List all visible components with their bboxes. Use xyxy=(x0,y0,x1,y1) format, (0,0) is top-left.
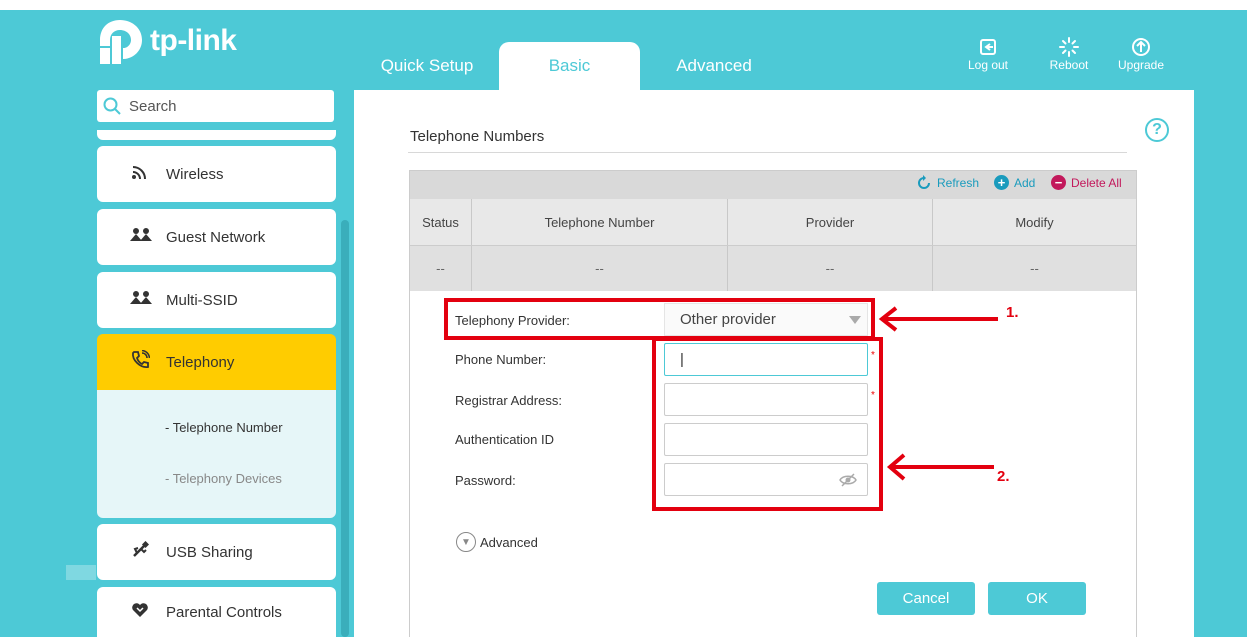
submenu-telephone-number[interactable]: - Telephone Number xyxy=(165,420,283,435)
column-header: Modify xyxy=(1015,214,1054,230)
search-input[interactable] xyxy=(129,97,319,115)
table-cell: -- xyxy=(472,246,728,291)
ok-button[interactable]: OK xyxy=(988,582,1086,615)
delete-all-label: Delete All xyxy=(1071,175,1122,190)
column-header: Status xyxy=(410,199,472,245)
search-box xyxy=(97,90,334,122)
registrar-address-label: Registrar Address: xyxy=(455,393,562,408)
annotation-label-2: 2. xyxy=(997,468,1010,485)
sidebar-item-usb-sharing[interactable]: USB Sharing xyxy=(97,524,336,580)
title-divider xyxy=(408,152,1127,153)
chevron-down-circle-icon: ▼ xyxy=(456,532,476,552)
sidebar-item-guest-network[interactable]: Guest Network xyxy=(97,209,336,265)
delete-all-button[interactable]: − Delete All xyxy=(1051,175,1122,190)
sidebar-item-parental-controls[interactable]: Parental Controls xyxy=(97,587,336,637)
sidebar-item-wireless[interactable]: Wireless xyxy=(97,146,336,202)
reboot-label: Reboot xyxy=(1049,58,1089,72)
sidebar-item-label: Parental Controls xyxy=(166,603,282,621)
table-cell: -- xyxy=(728,246,933,291)
column-header: Provider xyxy=(728,199,933,245)
reboot-button[interactable]: Reboot xyxy=(1039,36,1099,72)
table-header: Status Telephone Number Provider Modify xyxy=(410,199,1136,245)
annotation-arrow-1 xyxy=(878,306,998,332)
usb-icon xyxy=(130,540,150,564)
sidebar-item-label: Wireless xyxy=(166,165,224,183)
sidebar-scrollbar[interactable] xyxy=(341,220,349,637)
help-icon[interactable]: ? xyxy=(1145,118,1169,142)
advanced-toggle[interactable]: ▼ Advanced xyxy=(456,532,538,552)
tab-quick-setup[interactable]: Quick Setup xyxy=(370,42,484,90)
annotation-label-1: 1. xyxy=(1006,304,1019,321)
table-toolbar: Refresh + Add − Delete All xyxy=(410,171,1136,199)
tab-advanced[interactable]: Advanced xyxy=(665,42,763,90)
refresh-icon xyxy=(918,175,930,189)
guest-network-icon xyxy=(130,227,152,247)
add-button[interactable]: + Add xyxy=(994,175,1035,190)
telephony-submenu: - Telephone Number - Telephony Devices xyxy=(97,390,336,518)
refresh-label: Refresh xyxy=(937,176,980,190)
delete-icon: − xyxy=(1051,175,1066,190)
logout-icon xyxy=(980,39,996,55)
heart-icon xyxy=(130,602,150,623)
sidebar-item-telephony[interactable]: Telephony xyxy=(97,334,336,390)
table-row: -- -- -- -- xyxy=(410,245,1136,291)
column-header: Telephone Number xyxy=(472,199,728,245)
tp-link-logo-icon xyxy=(100,20,142,64)
password-label: Password: xyxy=(455,473,516,488)
add-icon: + xyxy=(994,175,1009,190)
table-cell: -- xyxy=(410,246,472,291)
sidebar-item-multi-ssid[interactable]: Multi-SSID xyxy=(97,272,336,328)
annotation-arrow-2 xyxy=(886,453,994,481)
top-margin xyxy=(0,0,1247,10)
authentication-id-label: Authentication ID xyxy=(455,432,555,447)
wifi-icon xyxy=(130,164,150,185)
annotation-box-2 xyxy=(652,337,883,511)
phone-number-label: Phone Number: xyxy=(455,352,547,367)
upgrade-label: Upgrade xyxy=(1117,58,1165,72)
reboot-icon xyxy=(1059,37,1079,57)
tab-basic[interactable]: Basic xyxy=(499,42,640,90)
cancel-button[interactable]: Cancel xyxy=(877,582,975,615)
logout-button[interactable]: Log out xyxy=(958,36,1018,72)
annotation-box-1 xyxy=(444,298,875,340)
upgrade-icon xyxy=(1132,38,1150,56)
logo-text: tp-link xyxy=(150,24,237,57)
upgrade-button[interactable]: Upgrade xyxy=(1111,36,1171,72)
add-label: Add xyxy=(1014,175,1036,190)
sidebar-item-label: Telephony xyxy=(166,353,235,371)
logout-label: Log out xyxy=(967,58,1009,72)
submenu-telephony-devices[interactable]: - Telephony Devices xyxy=(165,471,282,486)
search-icon xyxy=(103,97,121,115)
page-title: Telephone Numbers xyxy=(410,128,545,145)
background-watermark xyxy=(66,565,96,580)
tp-link-logo[interactable]: tp-link xyxy=(96,16,237,66)
sidebar-item-label: Guest Network xyxy=(166,228,266,246)
table-cell: -- xyxy=(1030,261,1039,276)
telephony-icon xyxy=(130,349,151,375)
sidebar-item-label: USB Sharing xyxy=(166,543,253,561)
multi-ssid-icon xyxy=(130,290,152,310)
advanced-label: Advanced xyxy=(480,534,538,550)
refresh-button[interactable]: Refresh xyxy=(916,175,979,191)
sidebar-item-label: Multi-SSID xyxy=(166,291,238,309)
sidebar-separator xyxy=(97,130,336,140)
